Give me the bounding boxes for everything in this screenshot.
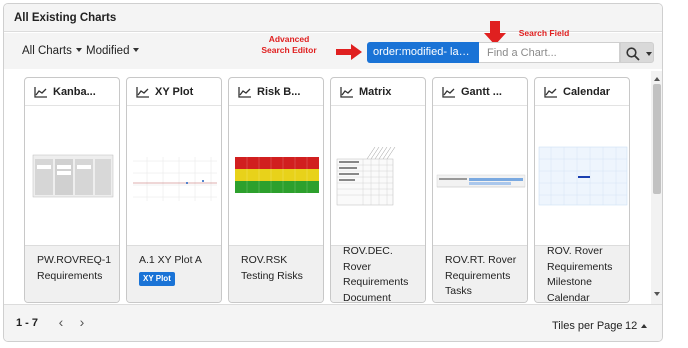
- chart-area-icon: [442, 87, 455, 98]
- all-charts-label: All Charts: [22, 45, 72, 57]
- chart-card-risk-burndown[interactable]: Risk B... ROV.RSK Testing Risks: [228, 77, 324, 303]
- gantt-thumbnail: [433, 107, 527, 247]
- chart-card-kanban[interactable]: Kanba... PW.ROVREQ-1 Requirements: [24, 77, 120, 303]
- chart-card-xy-plot[interactable]: XY Plot A.1 XY Plot A XY Plot: [126, 77, 222, 303]
- chevron-down-icon: [75, 47, 82, 52]
- chart-name: ROV.RT. Rover Requirements Tasks: [445, 254, 517, 297]
- sort-dropdown[interactable]: Modified: [86, 45, 140, 57]
- chevron-down-icon: [133, 47, 140, 52]
- chart-tag-badge: XY Plot: [139, 271, 175, 286]
- annotation-search-field: Search Field: [518, 28, 570, 38]
- card-type-label: XY Plot: [155, 86, 194, 98]
- card-type-label: Matrix: [359, 86, 392, 98]
- chart-card-gantt[interactable]: Gantt ... ROV.RT. Rover Requirements Tas…: [432, 77, 528, 303]
- chart-card-calendar[interactable]: Calendar ROV. Rover Requirements Milesto…: [534, 77, 630, 303]
- card-footer: PW.ROVREQ-1 Requirements: [25, 245, 119, 302]
- kanban-thumbnail: [25, 107, 119, 247]
- matrix-thumbnail: [331, 107, 425, 247]
- chart-area-icon: [544, 87, 557, 98]
- pagination-footer: 1 - 7 ‹ › Tiles per Page 12: [4, 304, 662, 341]
- scrollbar-thumb[interactable]: [653, 84, 661, 194]
- chart-area-icon: [340, 87, 353, 98]
- scroll-down-icon[interactable]: [654, 292, 660, 296]
- sort-label: Modified: [86, 45, 130, 57]
- chevron-up-icon[interactable]: [641, 324, 647, 328]
- chevron-right-icon[interactable]: ›: [75, 314, 89, 330]
- card-header: Kanba...: [25, 78, 119, 106]
- card-type-label: Calendar: [563, 86, 611, 98]
- card-header: Calendar: [535, 78, 629, 106]
- chart-name: A.1 XY Plot A XY Plot: [139, 253, 219, 286]
- card-footer: ROV.RT. Rover Requirements Tasks: [433, 245, 527, 302]
- card-header: Risk B...: [229, 78, 323, 106]
- page-range: 1 - 7: [16, 317, 39, 329]
- chart-name: ROV. Rover Requirements Milestone Calend…: [547, 245, 613, 303]
- chart-name-text: A.1 XY Plot A: [139, 254, 202, 266]
- chevron-down-icon: [646, 52, 652, 56]
- chart-area-icon: [34, 87, 47, 98]
- card-header: Matrix: [331, 78, 425, 106]
- tiles-per-page-select[interactable]: 12: [625, 320, 637, 332]
- xy-plot-thumbnail: [127, 107, 221, 247]
- chart-name: ROV.DEC. Rover Requirements Document: [343, 245, 409, 303]
- card-type-label: Kanba...: [53, 86, 96, 98]
- card-footer: ROV.DEC. Rover Requirements Document: [331, 245, 425, 303]
- chart-name: PW.ROVREQ-1 Requirements: [37, 254, 112, 282]
- charts-panel: All Existing Charts All Charts Modified …: [3, 3, 663, 342]
- vertical-scrollbar[interactable]: [651, 71, 662, 304]
- chart-area-icon: [136, 87, 149, 98]
- search-input[interactable]: [479, 42, 620, 63]
- search-icon: [626, 47, 640, 61]
- calendar-thumbnail: [535, 107, 629, 247]
- card-header: XY Plot: [127, 78, 221, 106]
- panel-title: All Existing Charts: [14, 12, 117, 24]
- annotation-advanced-search-editor: Advanced Search Editor: [261, 34, 317, 55]
- chart-card-matrix[interactable]: Matrix ROV.DEC. Rover Requirements Docum…: [330, 77, 426, 303]
- all-charts-dropdown[interactable]: All Charts: [22, 45, 82, 57]
- chart-name: ROV.RSK Testing Risks: [241, 254, 303, 282]
- chart-area-icon: [238, 87, 251, 98]
- scroll-up-icon[interactable]: [654, 77, 660, 81]
- tiles-per-page-label: Tiles per Page: [552, 320, 623, 332]
- search-button[interactable]: [620, 42, 654, 63]
- card-header: Gantt ...: [433, 78, 527, 106]
- chevron-left-icon[interactable]: ‹: [54, 314, 68, 330]
- card-type-label: Risk B...: [257, 86, 301, 98]
- risk-burndown-thumbnail: [229, 107, 323, 247]
- card-footer: ROV.RSK Testing Risks: [229, 245, 323, 302]
- advanced-search-chip[interactable]: order:modified- label...: [367, 42, 479, 63]
- chart-tiles-grid: Kanba... PW.ROVREQ-1 Requirements XY Plo…: [14, 71, 652, 304]
- card-footer: ROV. Rover Requirements Milestone Calend…: [535, 245, 629, 303]
- card-type-label: Gantt ...: [461, 86, 502, 98]
- arrow-right-icon: [336, 44, 362, 60]
- card-footer: A.1 XY Plot A XY Plot: [127, 245, 221, 302]
